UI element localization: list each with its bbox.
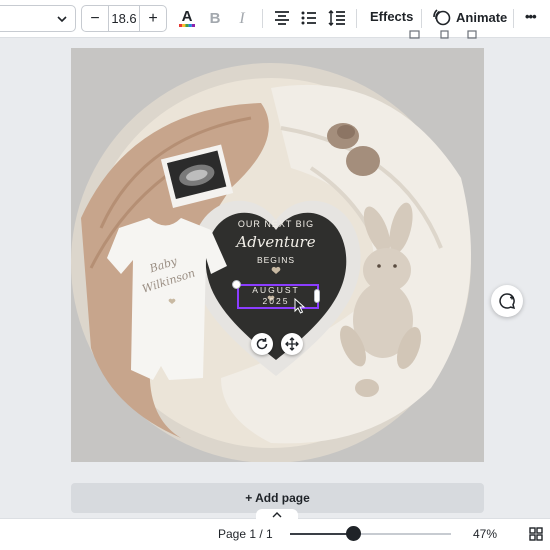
text-selection-box[interactable]	[237, 284, 319, 309]
cursor-icon	[294, 298, 306, 314]
increase-font-size-button[interactable]: +	[140, 6, 166, 31]
align-center-icon	[275, 11, 289, 25]
svg-text:A: A	[182, 8, 193, 25]
animate-label: Animate	[456, 9, 508, 25]
font-family-dropdown[interactable]	[0, 5, 76, 32]
decrease-font-size-button[interactable]: −	[82, 6, 108, 31]
zoom-slider-fill	[290, 533, 350, 535]
line-spacing-icon	[328, 10, 345, 26]
toolbar-divider	[421, 9, 422, 28]
zoom-level[interactable]: 47%	[473, 527, 497, 541]
board-text-line1[interactable]: OUR NEXT BIG	[235, 219, 317, 229]
svg-text:I: I	[238, 10, 245, 27]
board-text-line2[interactable]: Adventure	[231, 233, 321, 251]
toolbar-divider	[356, 9, 357, 28]
font-size-input[interactable]: 18.6	[108, 6, 140, 31]
page-actions-icons[interactable]	[408, 30, 480, 40]
move-button[interactable]	[281, 333, 303, 355]
chevron-down-icon	[57, 16, 67, 23]
bottom-bar	[0, 518, 550, 550]
list-icon	[301, 11, 316, 25]
effects-button[interactable]: Effects	[370, 9, 413, 24]
text-color-button[interactable]: A	[176, 7, 198, 29]
grid-view-icon[interactable]	[529, 527, 543, 541]
italic-icon: I	[238, 10, 245, 27]
page-indicator[interactable]: Page 1 / 1	[218, 527, 273, 541]
zoom-slider-thumb[interactable]	[346, 526, 361, 541]
italic-button[interactable]: I	[231, 7, 253, 29]
bold-icon: B	[210, 10, 221, 27]
resize-handle-right[interactable]	[314, 289, 320, 303]
animate-button[interactable]: Animate	[433, 8, 507, 26]
board-text-line3[interactable]: BEGINS	[235, 255, 317, 265]
more-button[interactable]: •••	[525, 9, 537, 24]
text-color-icon: A	[179, 8, 195, 27]
rotate-button[interactable]	[251, 333, 273, 355]
toolbar-divider	[262, 9, 263, 28]
rotate-icon	[256, 338, 268, 350]
align-button[interactable]	[271, 7, 293, 29]
toolbar-divider	[513, 9, 514, 28]
chevron-up-icon	[272, 512, 282, 518]
collapse-pages-button[interactable]	[256, 509, 298, 521]
comment-add-icon	[499, 293, 516, 310]
line-spacing-button[interactable]	[326, 7, 348, 29]
animate-icon	[433, 9, 451, 26]
bold-button[interactable]: B	[204, 7, 226, 29]
add-comment-button[interactable]	[491, 285, 523, 317]
svg-text:B: B	[210, 10, 221, 27]
resize-handle-left[interactable]	[232, 280, 241, 289]
move-icon	[285, 337, 299, 351]
design-page[interactable]: OUR NEXT BIG Adventure BEGINS AUGUST 202…	[71, 48, 484, 462]
font-size-control: − 18.6 +	[81, 5, 167, 32]
list-button[interactable]	[298, 7, 320, 29]
